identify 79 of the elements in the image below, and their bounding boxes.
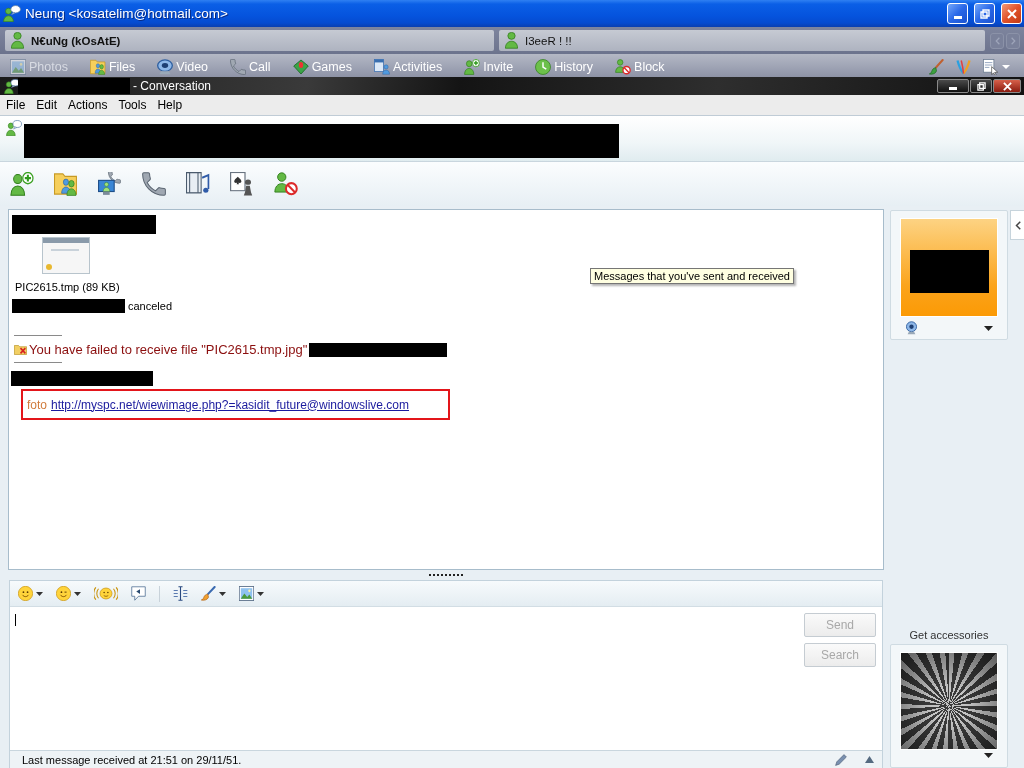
phone-icon[interactable] (142, 172, 166, 196)
failed-file-icon (14, 344, 27, 355)
toolbar-button[interactable]: Files (89, 57, 136, 76)
close-icon (1006, 8, 1017, 19)
transfer-status: canceled (128, 300, 173, 312)
toolbar-button[interactable]: Games (292, 57, 352, 76)
conversation-tab[interactable]: N€uNg (kOsAtE) (5, 30, 494, 51)
close-button[interactable] (993, 79, 1021, 93)
person-plus-icon[interactable] (10, 172, 34, 196)
menu-item[interactable]: File (1, 98, 32, 112)
error-message: You have failed to receive file "PIC2615.tmp.jpg" (29, 342, 308, 357)
window-title: Neung <kosatelim@hotmail.com> (25, 6, 229, 21)
chevron-left-icon (1014, 220, 1021, 230)
person-block-icon[interactable] (274, 172, 298, 196)
menu-item[interactable]: Edit (31, 98, 64, 112)
toolbar-button[interactable]: History (535, 57, 594, 76)
caret-icon[interactable] (984, 325, 993, 331)
splitter-handle[interactable] (429, 574, 463, 576)
toolbar-button[interactable]: Video (157, 57, 209, 76)
caret-icon[interactable] (36, 591, 43, 596)
text-format-icon[interactable] (173, 586, 188, 601)
chevron-right-icon (1010, 36, 1016, 45)
picture-icon (10, 58, 26, 75)
toolbar-button[interactable]: Activities (373, 57, 443, 76)
game-board-icon (292, 58, 309, 75)
webcam-icon (157, 58, 174, 75)
file-caption: PIC2615.tmp (89 KB) (15, 281, 120, 294)
toolbar-button[interactable]: Block (615, 57, 665, 76)
smiley-icon[interactable] (18, 586, 33, 601)
person-bubble-icon (4, 78, 20, 94)
phone-monitor-icon[interactable] (98, 172, 122, 196)
folder-people-icon[interactable] (54, 172, 78, 196)
person-bubble-icon (3, 5, 21, 22)
thumbnail-drawing (42, 237, 90, 274)
person-block-icon (615, 58, 632, 75)
menu-item[interactable]: Actions (63, 98, 114, 112)
film-music-icon[interactable] (186, 172, 210, 196)
folder-people-icon (89, 58, 106, 75)
restore-button[interactable] (970, 79, 992, 93)
person-icon (505, 32, 518, 49)
close-icon (1002, 81, 1012, 91)
speech-bubble-icon[interactable] (131, 586, 146, 601)
toolbar-button[interactable]: Invite (464, 57, 514, 76)
wink-icon[interactable] (56, 586, 71, 601)
up-caret-icon[interactable] (865, 756, 874, 763)
document-pointer-icon[interactable] (983, 58, 998, 75)
brush-icon[interactable] (201, 586, 216, 601)
text-cursor (15, 614, 16, 626)
message-text: foto (27, 397, 47, 412)
person-bubble-icon (6, 120, 22, 136)
window-person-icon (373, 58, 390, 75)
toolbar-button[interactable]: Call (230, 57, 271, 76)
chevron-left-icon (994, 36, 1000, 45)
window-title: - Conversation (133, 79, 212, 93)
message-link[interactable]: http://myspc.net/wiewimage.php?=kasidit_future@windowslive.com (51, 397, 410, 412)
caret-icon[interactable] (984, 753, 993, 758)
menu-item[interactable]: Help (152, 98, 189, 112)
caret-icon[interactable] (74, 591, 81, 596)
phone-icon (230, 58, 247, 75)
picture-icon[interactable] (239, 586, 254, 601)
minimize-icon (949, 86, 957, 90)
tooltip: Messages that you've sent and received (590, 268, 794, 284)
restore-icon (979, 8, 990, 19)
person-plus-icon (464, 58, 481, 75)
minimize-icon (953, 16, 962, 19)
caret-icon[interactable] (219, 591, 226, 596)
caret-icon[interactable] (257, 591, 264, 596)
status-text: Last message received at 21:51 on 29/11/51. (22, 753, 243, 766)
restore-icon (976, 81, 986, 91)
clock-icon (535, 58, 552, 75)
pen-icon[interactable] (835, 753, 847, 766)
card-chess-icon[interactable] (230, 172, 254, 196)
menu-item[interactable]: Tools (113, 98, 153, 112)
accessories-link[interactable]: Get accessories (909, 629, 989, 641)
webcam-icon[interactable] (906, 321, 917, 335)
minimize-button[interactable] (937, 79, 969, 93)
conversation-tab[interactable]: I3eeR ! !! (499, 30, 985, 51)
person-icon (11, 32, 24, 49)
collapse-tab[interactable] (1010, 210, 1024, 240)
